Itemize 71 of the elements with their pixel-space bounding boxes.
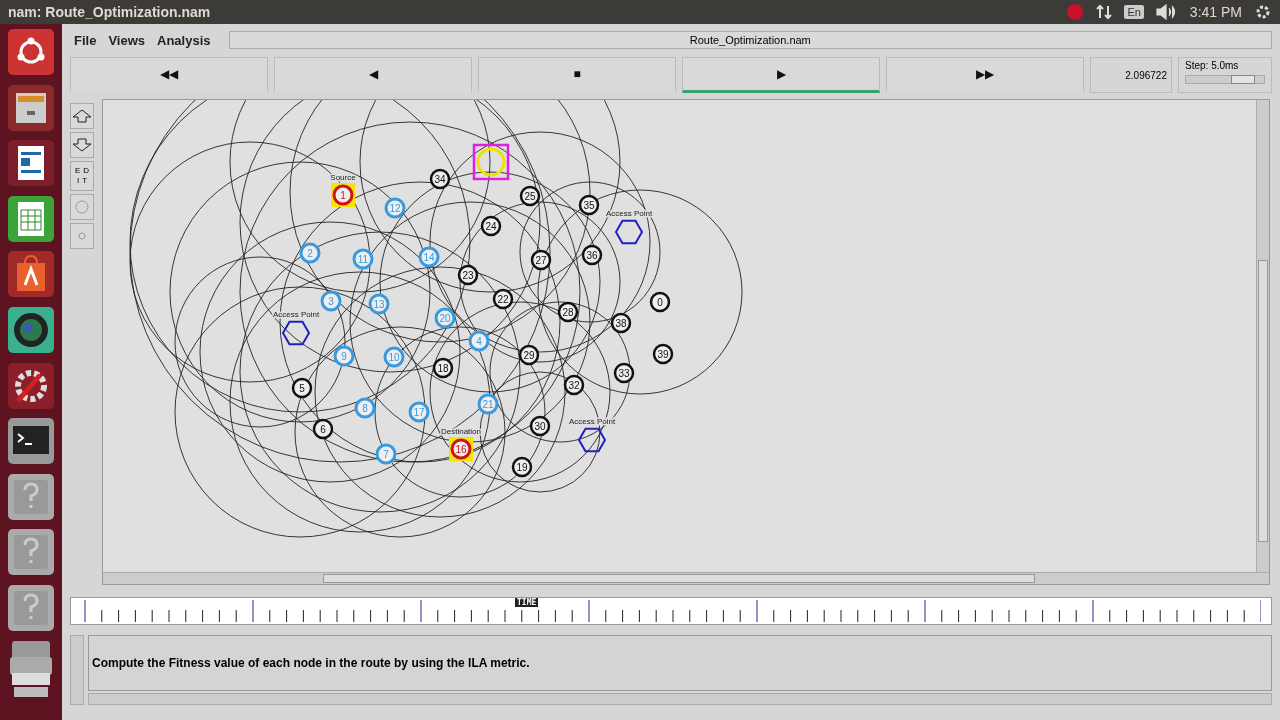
unknown-app-icon[interactable] [8,473,54,520]
time-marker[interactable]: TIME [515,598,539,607]
unknown-app-icon[interactable] [8,529,54,576]
network-node[interactable]: 33 [613,362,635,384]
access-point-node[interactable] [281,320,311,346]
circle-icon [77,231,87,241]
playback-button[interactable]: ▶▶ [886,57,1084,93]
network-icon[interactable] [1096,4,1113,20]
network-node[interactable]: 38 [610,312,632,334]
volume-icon[interactable] [1155,4,1178,20]
network-node[interactable]: 25 [519,185,541,207]
network-node[interactable]: 28 [557,301,579,323]
timeline[interactable]: TIME [70,597,1272,625]
network-node[interactable]: 5 [291,377,313,399]
document-icon[interactable] [8,140,54,187]
network-node[interactable]: 18 [432,357,454,379]
network-node[interactable]: 22 [492,288,514,310]
network-node[interactable]: 29 [518,344,540,366]
playback-button[interactable]: ■ [478,57,676,93]
network-node[interactable]: 0 [649,291,671,313]
playback-button[interactable]: ◀ [274,57,472,93]
source-node[interactable]: 1 [331,183,355,207]
network-node[interactable]: 24 [480,215,502,237]
clock[interactable]: 3:41 PM [1189,4,1242,20]
file-title-field: Route_Optimization.nam [228,31,1272,49]
access-point-node[interactable] [614,219,644,245]
menu-item[interactable]: File [74,32,97,48]
network-node[interactable]: 36 [581,244,603,266]
step-slider-thumb[interactable] [1231,75,1256,84]
circle-icon [75,200,89,214]
network-node[interactable]: 39 [652,343,674,365]
vertical-scrollbar[interactable] [1256,100,1269,572]
unknown-app-icon[interactable] [8,584,54,631]
terminal-icon[interactable] [8,418,54,465]
network-node[interactable]: 32 [563,374,585,396]
spreadsheet-icon[interactable] [8,195,54,242]
shopping-bag-icon[interactable] [8,251,54,298]
step-label: Step: 5.0ms [1185,60,1240,71]
router-node[interactable] [472,143,510,181]
settings-icon[interactable] [8,362,54,409]
keyboard-indicator[interactable]: En [1124,5,1144,19]
menu-item[interactable]: Analysis [157,32,211,48]
message-horizontal-scrollbar[interactable] [88,693,1272,705]
network-node[interactable]: 27 [530,249,552,271]
app-stack-icon[interactable] [8,640,54,697]
time-display: 2.096722 [1090,57,1172,93]
access-point-node[interactable] [577,427,607,453]
destination-node[interactable]: 16 [449,437,473,461]
zoom-out-button[interactable] [70,132,94,158]
playback-button[interactable]: ▶ [682,57,880,93]
window-title: nam: Route_Optimization.nam [8,4,211,20]
up-arrow-icon [72,109,92,123]
down-arrow-icon [72,138,92,152]
gear-icon[interactable] [1254,3,1272,21]
zoom-in-button[interactable] [70,103,94,129]
source-caption: Source [330,173,356,182]
playback-button[interactable]: ◀◀ [70,57,268,93]
network-node[interactable]: 6 [312,418,334,440]
ubuntu-logo-icon[interactable] [8,29,54,75]
network-node[interactable]: 35 [578,194,600,216]
horizontal-scrollbar[interactable] [103,572,1269,584]
message-text: Compute the Fitness value of each node in the route by using the ILA metric. [88,635,1272,691]
network-node[interactable]: 23 [457,264,479,286]
edit-button[interactable]: EDIT [70,161,94,191]
network-node[interactable]: 34 [429,168,451,190]
camera-lens-icon[interactable] [8,306,54,353]
file-cabinet-icon[interactable] [8,84,54,131]
network-node[interactable]: 30 [529,415,551,437]
menu-item[interactable]: Views [108,32,146,48]
message-scrollbar[interactable] [70,635,84,705]
network-node[interactable]: 19 [511,456,533,478]
